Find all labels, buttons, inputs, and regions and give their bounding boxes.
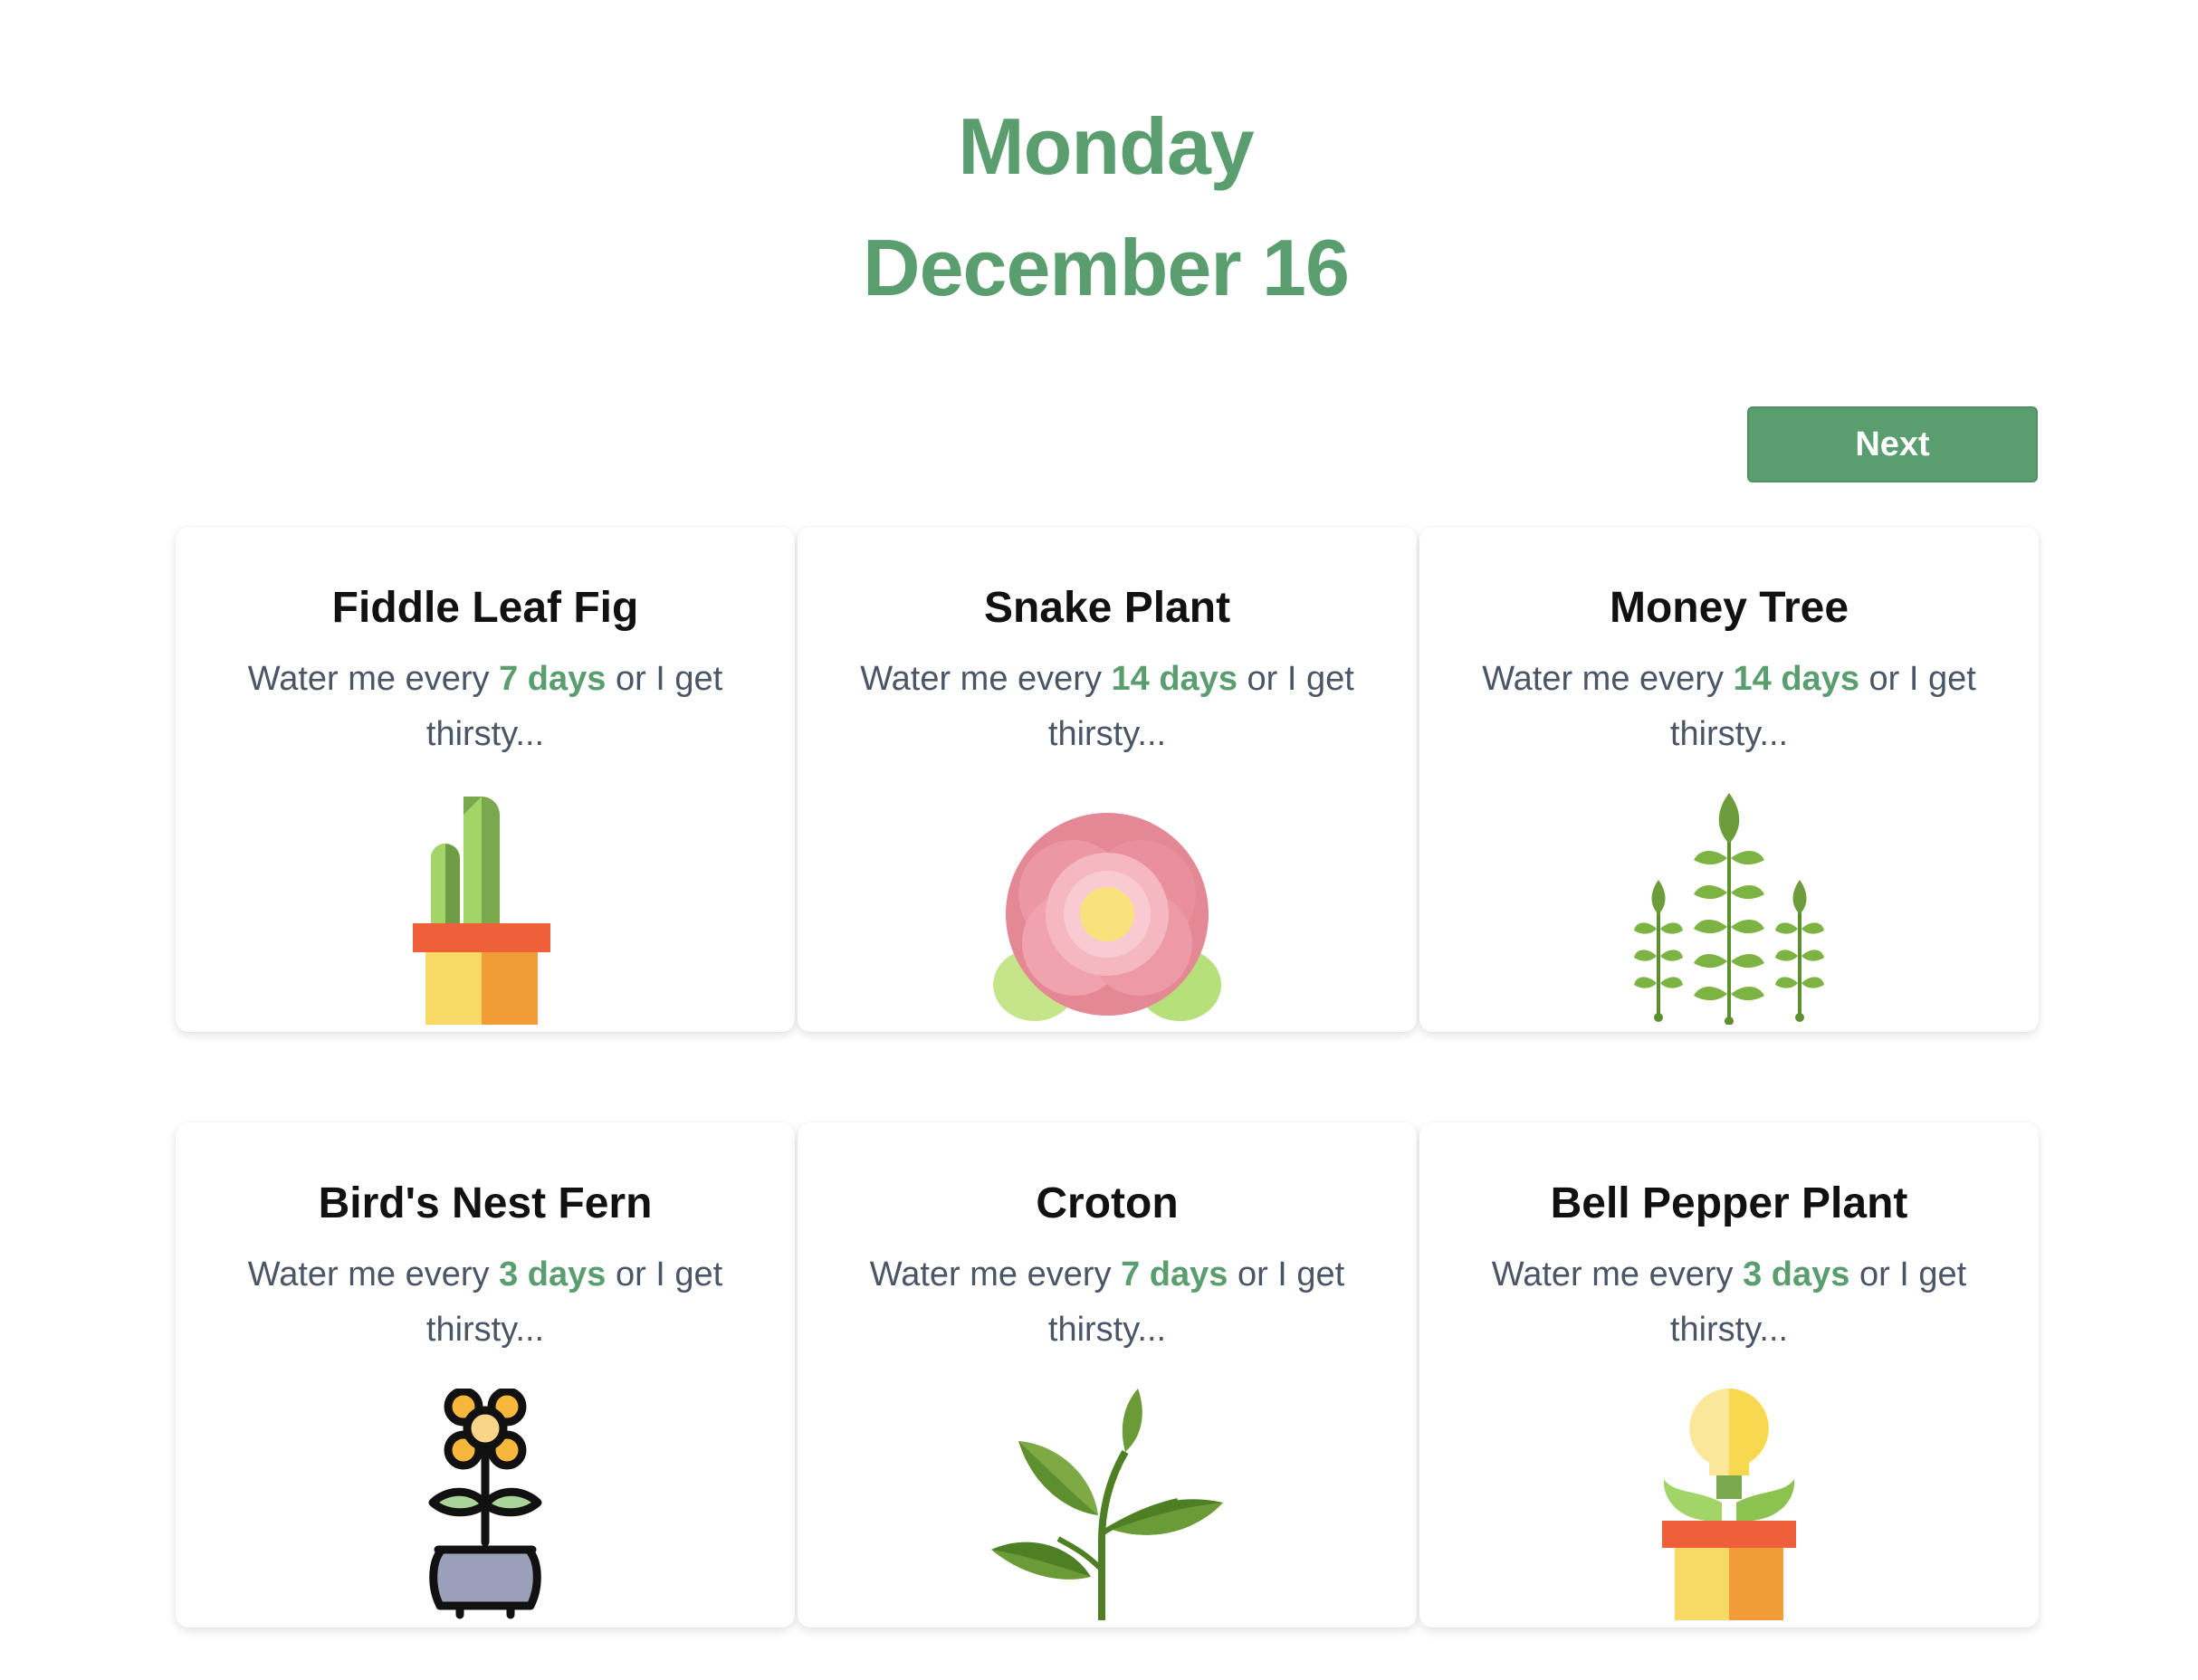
watering-prefix: Water me every <box>247 1255 500 1293</box>
watering-prefix: Water me every <box>860 660 1112 698</box>
pink-flower-icon <box>993 813 1221 1021</box>
leafy-sprout-icon <box>991 1389 1223 1620</box>
watering-text: Water me every 3 days or I get thirsty..… <box>232 1247 739 1358</box>
next-button[interactable]: Next <box>1747 406 2038 482</box>
day-title: Monday <box>958 101 1254 191</box>
plant-card: Bird's Nest Fern Water me every 3 days o… <box>176 1122 795 1628</box>
watering-prefix: Water me every <box>869 1255 1122 1293</box>
watering-prefix: Water me every <box>1491 1255 1744 1293</box>
plant-card: Fiddle Leaf Fig Water me every 7 days or… <box>176 527 795 1032</box>
watering-prefix: Water me every <box>1482 660 1734 698</box>
watering-text: Water me every 14 days or I get thirsty.… <box>1476 652 1983 762</box>
watering-text: Water me every 14 days or I get thirsty.… <box>854 652 1361 762</box>
watering-days: 7 days <box>499 660 607 698</box>
watering-days: 3 days <box>1743 1255 1850 1293</box>
cactus-pot-icon <box>413 797 550 1025</box>
plant-name: Money Tree <box>1609 584 1849 632</box>
plant-card: Money Tree Water me every 14 days or I g… <box>1419 527 2039 1032</box>
date-header: Monday December 16 <box>0 86 2198 329</box>
plant-name: Fiddle Leaf Fig <box>331 584 639 632</box>
watering-text: Water me every 7 days or I get thirsty..… <box>854 1247 1361 1358</box>
plant-name: Bell Pepper Plant <box>1550 1179 1908 1227</box>
watering-days: 7 days <box>1121 1255 1228 1293</box>
potted-flower-icon <box>428 1389 542 1619</box>
plant-card: Croton Water me every 7 days or I get th… <box>798 1122 1417 1628</box>
watering-prefix: Water me every <box>247 660 500 698</box>
watering-days: 14 days <box>1111 660 1238 698</box>
watering-text: Water me every 7 days or I get thirsty..… <box>232 652 739 762</box>
plant-card: Bell Pepper Plant Water me every 3 days … <box>1419 1122 2039 1628</box>
plant-card: Snake Plant Water me every 14 days or I … <box>798 527 1417 1032</box>
watering-days: 14 days <box>1733 660 1859 698</box>
plant-name: Bird's Nest Fern <box>318 1179 653 1227</box>
watering-text: Water me every 3 days or I get thirsty..… <box>1476 1247 1983 1358</box>
bulb-plant-pot-icon <box>1662 1389 1796 1620</box>
plant-name: Croton <box>1036 1179 1179 1227</box>
watering-days: 3 days <box>499 1255 607 1293</box>
fern-sprigs-icon <box>1634 793 1824 1025</box>
plant-name: Snake Plant <box>983 584 1231 632</box>
date-title: December 16 <box>863 223 1350 312</box>
